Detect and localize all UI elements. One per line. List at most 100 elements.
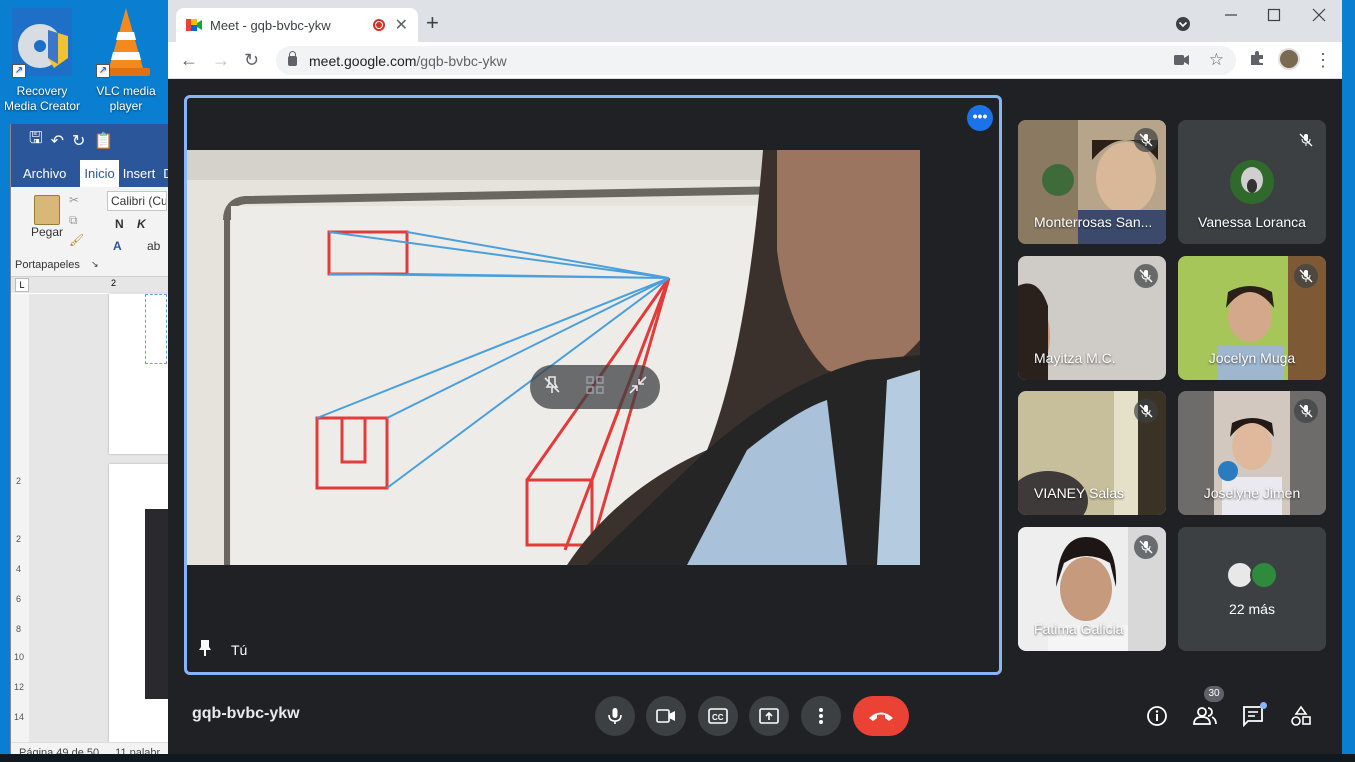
dialog-launcher-icon[interactable]: ↘	[91, 259, 99, 270]
participant-avatar	[1250, 561, 1278, 589]
more-options-button[interactable]	[801, 696, 841, 736]
clipboard-icon[interactable]: 📋	[93, 131, 113, 151]
muted-mic-icon	[1294, 264, 1318, 288]
participant-name: Jocelyn Muga	[1208, 350, 1296, 366]
frame-icon[interactable]	[585, 375, 605, 400]
desktop-icon-vlc[interactable]: ↗ VLC media player	[86, 6, 166, 114]
camera-in-use-icon[interactable]	[1174, 53, 1190, 69]
participant-tile[interactable]: Monterrosas San...	[1018, 120, 1166, 244]
bold-button[interactable]: N	[115, 217, 124, 231]
desktop-icon-label: VLC media player	[96, 84, 156, 113]
reload-icon[interactable]: ↻	[244, 49, 259, 71]
minimize-icon[interactable]	[1224, 8, 1238, 27]
document-area[interactable]: 2 2 4 6 8 10 12 14	[11, 294, 168, 744]
chat-button[interactable]	[1239, 702, 1267, 730]
page-thumbnail	[109, 294, 168, 454]
more-options-icon[interactable]: •••	[967, 105, 993, 131]
back-icon[interactable]: ←	[180, 49, 198, 71]
microphone-icon	[608, 708, 622, 724]
activities-button[interactable]	[1287, 702, 1315, 730]
tab-diseno[interactable]: D	[159, 160, 168, 187]
shortcut-arrow-icon: ↗	[12, 64, 26, 78]
page	[109, 464, 168, 744]
pin-icon[interactable]	[197, 639, 213, 660]
more-vert-icon	[819, 708, 823, 724]
url-host: meet.google.com	[309, 52, 417, 69]
video-hover-controls	[530, 365, 660, 409]
tab-close-icon[interactable]: ✕	[395, 15, 408, 35]
address-bar[interactable]: meet.google.com/gqb-bvbc-ykw ☆	[276, 46, 1236, 75]
pin-off-icon[interactable]	[542, 375, 562, 400]
muted-mic-icon	[1294, 399, 1318, 423]
word-window[interactable]: 🖫 ↶ ↻ 📋 Archivo Inicio Insert D Pegar ✂ …	[10, 124, 168, 762]
tab-selector[interactable]: L	[15, 278, 29, 292]
undo-icon[interactable]: ↶	[51, 131, 64, 151]
camera-button[interactable]	[646, 696, 686, 736]
new-tab-button[interactable]: +	[426, 12, 439, 34]
present-screen-button[interactable]	[749, 696, 789, 736]
format-painter-icon[interactable]: 🖌	[69, 233, 84, 247]
tab-inicio[interactable]: Inicio	[80, 160, 119, 187]
font-name-input[interactable]: Calibri (Cu	[107, 191, 167, 211]
participant-tile[interactable]: Vanessa Loranca	[1178, 120, 1326, 244]
captions-button[interactable]: CC	[698, 696, 738, 736]
microphone-button[interactable]	[595, 696, 635, 736]
meeting-details-button[interactable]	[1143, 702, 1171, 730]
chat-notification-dot	[1260, 702, 1267, 709]
participant-avatar	[1230, 160, 1274, 204]
paste-icon	[34, 195, 60, 225]
recording-indicator-icon	[372, 19, 385, 31]
font-color-icon[interactable]: A	[113, 239, 122, 253]
muted-mic-icon	[1134, 399, 1158, 423]
self-video-feed	[187, 150, 920, 565]
save-icon[interactable]: 🖫	[29, 127, 43, 154]
profile-avatar[interactable]	[1278, 48, 1300, 70]
leave-call-button[interactable]	[853, 696, 909, 736]
camera-icon	[656, 709, 675, 723]
main-video-tile[interactable]: ••• Tú	[184, 95, 1002, 675]
copy-icon[interactable]: ⧉	[69, 213, 78, 228]
extensions-icon[interactable]	[1248, 49, 1266, 72]
participant-tile[interactable]: Mayitza M.C.	[1018, 256, 1166, 380]
desktop-icon-recovery[interactable]: ↗ Recovery Media Creator	[2, 6, 82, 114]
vlc-icon: ↗	[94, 6, 158, 80]
minimize-tile-icon[interactable]	[628, 375, 648, 400]
muted-mic-icon	[1134, 264, 1158, 288]
highlight-icon[interactable]: ab	[147, 239, 160, 253]
muted-mic-icon	[1294, 128, 1318, 152]
captions-icon: CC	[708, 708, 728, 724]
participant-tile[interactable]: Jocelyn Muga	[1178, 256, 1326, 380]
desktop-icon-label: Recovery Media Creator	[3, 84, 81, 113]
hang-up-icon	[869, 712, 893, 721]
close-window-icon[interactable]	[1312, 8, 1326, 27]
more-participants-tile[interactable]: 22 más	[1178, 527, 1326, 651]
self-label: Tú	[197, 639, 247, 660]
bookmark-star-icon[interactable]: ☆	[1209, 50, 1224, 70]
browser-menu-icon[interactable]: ⋮	[1314, 49, 1332, 71]
participant-tile[interactable]: Fatima Galicia	[1018, 527, 1166, 651]
participant-tile[interactable]: VIANEY Salas	[1018, 391, 1166, 515]
browser-tab[interactable]: Meet - gqb-bvbc-ykw ✕	[176, 8, 418, 42]
maximize-icon[interactable]	[1267, 8, 1281, 27]
tab-search-icon[interactable]	[1175, 16, 1191, 37]
participant-name: Mayitza M.C.	[1034, 350, 1116, 366]
vertical-ruler: 2 2 4 6 8 10 12 14	[11, 294, 29, 742]
tab-archivo[interactable]: Archivo	[11, 160, 80, 187]
italic-button[interactable]: K	[137, 217, 146, 231]
tab-insertar[interactable]: Insert	[119, 160, 160, 187]
paste-button[interactable]: Pegar	[29, 195, 65, 239]
people-button[interactable]	[1191, 702, 1219, 730]
present-screen-icon	[759, 708, 779, 724]
participant-name: Vanessa Loranca	[1198, 214, 1306, 230]
people-icon	[1193, 707, 1217, 725]
info-icon	[1147, 706, 1167, 726]
redo-icon[interactable]: ↻	[72, 131, 85, 151]
taskbar	[0, 754, 1355, 762]
browser-window: Meet - gqb-bvbc-ykw ✕ + ← → ↻ meet.googl…	[168, 0, 1342, 754]
whiteboard-video-image	[187, 150, 920, 565]
self-name: Tú	[231, 641, 248, 658]
cut-icon[interactable]: ✂	[69, 193, 79, 207]
title-bar: Meet - gqb-bvbc-ykw ✕ +	[168, 0, 1342, 42]
forward-icon[interactable]: →	[212, 49, 230, 71]
participant-tile[interactable]: Joselyne Jimen	[1178, 391, 1326, 515]
